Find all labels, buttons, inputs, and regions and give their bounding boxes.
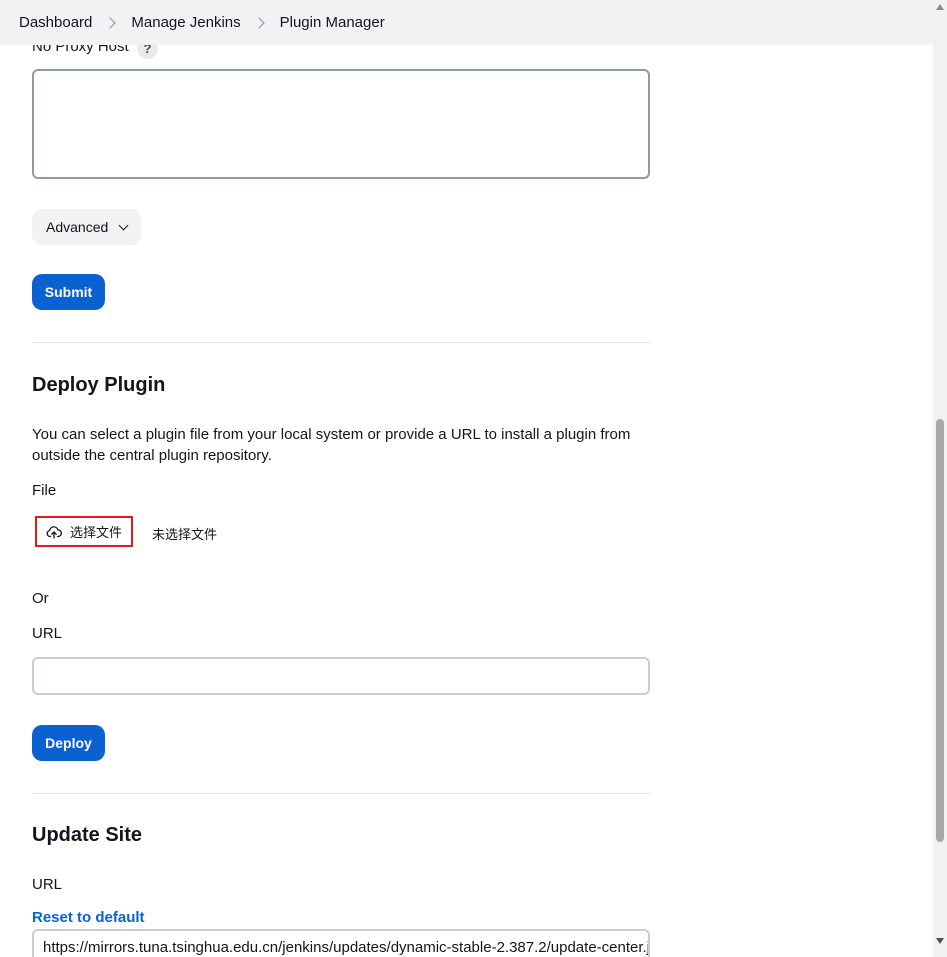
or-label: Or: [32, 590, 49, 607]
update-site-url-label: URL: [32, 876, 63, 893]
deploy-button[interactable]: Deploy: [32, 725, 105, 761]
divider: [32, 793, 650, 794]
scroll-down-icon[interactable]: [936, 938, 944, 944]
no-file-chosen-text: 未选择文件: [152, 528, 218, 543]
page: Dashboard Manage Jenkins Plugin Manager …: [0, 0, 933, 957]
advanced-button[interactable]: Advanced: [32, 209, 141, 245]
cloud-upload-icon: [46, 525, 62, 539]
choose-file-button[interactable]: 选择文件: [35, 516, 133, 547]
deploy-plugin-description: You can select a plugin file from your l…: [32, 426, 631, 464]
chevron-right-icon: [104, 16, 117, 29]
vertical-scrollbar[interactable]: [933, 0, 947, 957]
plugin-url-input[interactable]: [32, 657, 650, 695]
divider: [32, 342, 650, 343]
chevron-right-icon: [252, 16, 265, 29]
chevron-down-icon: [118, 220, 129, 230]
reset-to-default-link[interactable]: Reset to default: [32, 909, 145, 926]
file-label: File: [32, 482, 57, 499]
scroll-up-icon[interactable]: [936, 4, 944, 10]
scrollbar-thumb[interactable]: [936, 419, 944, 842]
update-site-url-input[interactable]: https://mirrors.tuna.tsinghua.edu.cn/jen…: [32, 929, 650, 957]
breadcrumb-manage-jenkins[interactable]: Manage Jenkins: [131, 14, 240, 31]
update-site-title: Update Site: [32, 824, 143, 846]
choose-file-label: 选择文件: [70, 526, 123, 541]
no-proxy-host-textarea[interactable]: [32, 69, 650, 179]
submit-button[interactable]: Submit: [32, 274, 105, 310]
breadcrumb: Dashboard Manage Jenkins Plugin Manager: [0, 0, 933, 45]
breadcrumb-dashboard[interactable]: Dashboard: [19, 14, 92, 31]
url-label: URL: [32, 625, 63, 642]
breadcrumb-plugin-manager[interactable]: Plugin Manager: [280, 14, 385, 31]
advanced-label: Advanced: [46, 219, 109, 235]
deploy-plugin-title: Deploy Plugin: [32, 374, 166, 396]
update-site-url-value: https://mirrors.tuna.tsinghua.edu.cn/jen…: [43, 939, 650, 956]
